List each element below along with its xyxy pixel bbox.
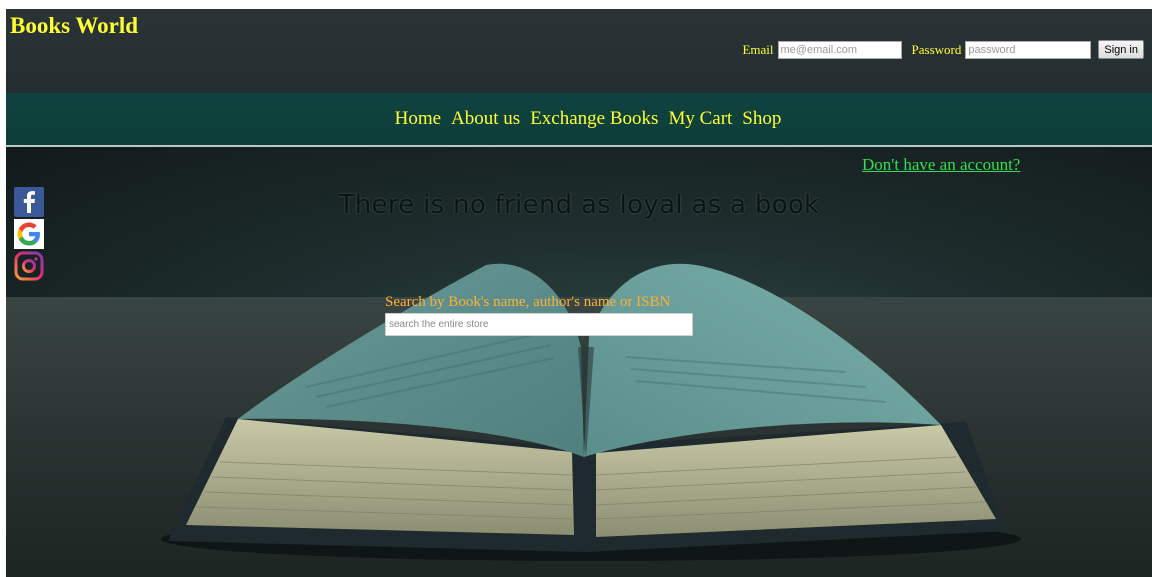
facebook-icon[interactable]: [14, 187, 44, 217]
password-label: Password: [911, 41, 962, 57]
google-icon[interactable]: [14, 219, 44, 249]
nav-home[interactable]: Home: [395, 108, 441, 130]
password-field[interactable]: [965, 40, 1092, 59]
header: Books World Email Password Sign in: [6, 9, 1152, 93]
nav-my-cart[interactable]: My Cart: [668, 108, 732, 130]
email-field[interactable]: [777, 40, 902, 59]
brand-title: Books World: [10, 13, 139, 38]
sign-in-button[interactable]: Sign in: [1098, 40, 1144, 59]
social-links: [14, 187, 44, 281]
tagline-text: There is no friend as loyal as a book: [338, 190, 820, 220]
nav-about-us[interactable]: About us: [451, 108, 520, 130]
hero-section: Don't have an account? There is no frien…: [6, 147, 1152, 577]
search-label: Search by Book's name, author's name or …: [385, 294, 671, 310]
instagram-icon[interactable]: [14, 251, 44, 281]
search-input[interactable]: [385, 313, 693, 336]
page-frame: Books World Email Password Sign in Home …: [6, 9, 1152, 577]
nav-exchange-books[interactable]: Exchange Books: [530, 108, 658, 130]
tagline: There is no friend as loyal as a book: [6, 190, 1152, 220]
login-form: Email Password Sign in: [742, 40, 1144, 59]
email-label: Email: [742, 41, 774, 57]
nav-shop[interactable]: Shop: [742, 108, 781, 130]
create-account-link[interactable]: Don't have an account?: [862, 155, 1020, 175]
main-nav: Home About us Exchange Books My Cart Sho…: [6, 93, 1152, 147]
